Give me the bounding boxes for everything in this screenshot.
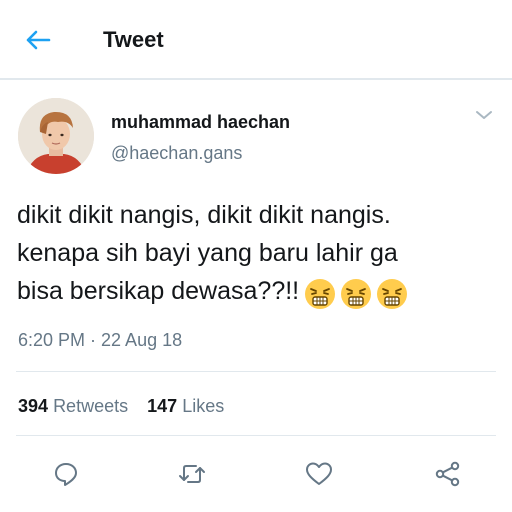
likes-label: Likes (182, 396, 225, 416)
back-arrow-icon (26, 30, 51, 50)
tweet-text-line: bisa bersikap dewasa??!! (17, 277, 300, 305)
emoji-group (303, 273, 411, 311)
reply-icon (55, 463, 77, 486)
avatar[interactable] (18, 98, 94, 174)
share-icon (435, 461, 460, 487)
retweets-count: 394 (18, 396, 49, 416)
divider (16, 435, 496, 436)
tweet-options-button[interactable] (474, 108, 494, 122)
likes-count: 147 (147, 396, 178, 416)
tweet-timestamp[interactable]: 6:20 PM · 22 Aug 18 (18, 330, 182, 351)
retweet-button[interactable] (176, 458, 208, 490)
tweet-text-line: dikit dikit nangis, dikit dikit nangis. (17, 201, 391, 229)
retweets-label: Retweets (53, 396, 129, 416)
persevering-face-emoji-icon (305, 278, 336, 309)
author-display-name[interactable]: muhammad haechan (111, 112, 290, 133)
author-handle[interactable]: @haechan.gans (111, 143, 242, 164)
tweet-text: dikit dikit nangis, dikit dikit nangis. … (17, 196, 502, 311)
back-button[interactable] (22, 26, 54, 54)
chevron-down-icon (476, 111, 492, 119)
tweet-stats: 394 Retweets 147 Likes (18, 396, 238, 417)
avatar-image (18, 98, 94, 174)
persevering-face-emoji-icon (377, 278, 408, 309)
tweet-text-line-last: bisa bersikap dewasa??!! (17, 272, 502, 311)
share-button[interactable] (432, 458, 464, 490)
tweet-action-bar (0, 452, 512, 492)
retweets-stat[interactable]: 394 Retweets (18, 396, 128, 417)
persevering-face-emoji-icon (341, 278, 372, 309)
retweet-icon (179, 465, 205, 483)
likes-stat[interactable]: 147 Likes (147, 396, 224, 417)
top-bar: Tweet (0, 0, 512, 80)
like-button[interactable] (303, 458, 335, 490)
reply-button[interactable] (50, 458, 82, 490)
tweet-text-line: kenapa sih bayi yang baru lahir ga (17, 239, 398, 267)
tweet-author-row: muhammad haechan @haechan.gans (0, 90, 512, 180)
page-title: Tweet (103, 27, 164, 52)
divider (16, 371, 496, 372)
heart-icon (306, 462, 332, 485)
